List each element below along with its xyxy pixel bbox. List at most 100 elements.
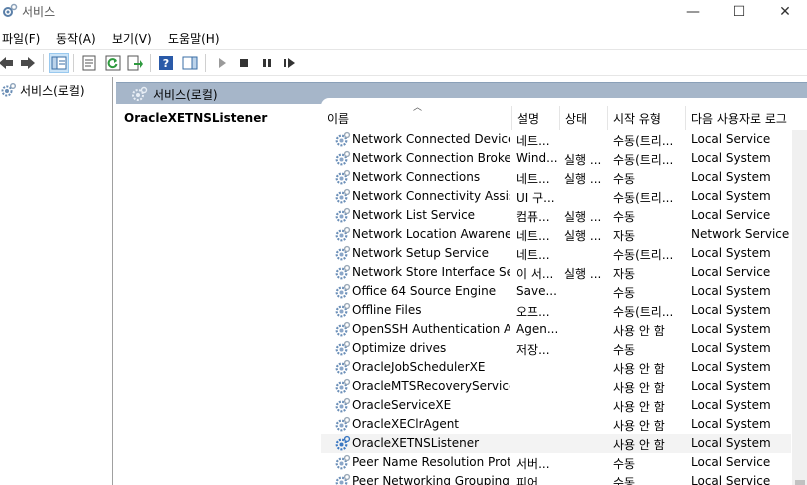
service-gear-icon	[335, 188, 351, 204]
service-log-on-as: Local System	[691, 303, 771, 317]
service-name: OracleMTSRecoveryService	[352, 379, 510, 393]
service-name: Network Connection Broker	[352, 151, 510, 165]
service-startup-type: 수동(트리...	[613, 248, 674, 262]
properties-button[interactable]	[79, 53, 99, 73]
forward-button[interactable]	[18, 53, 38, 73]
service-row[interactable]: Network Connection Broker Wind... 실행 ... 수동…	[321, 149, 791, 168]
properties-icon	[82, 55, 96, 71]
service-description: 네트...	[516, 229, 550, 243]
show-action-pane-button[interactable]	[180, 53, 200, 73]
service-row[interactable]: Peer Name Resolution Prot... 서버... 수동 Local…	[321, 453, 791, 472]
menu-action[interactable]: 동작(A)	[56, 30, 96, 47]
service-name: Network Connectivity Assis...	[352, 189, 510, 203]
service-name: OracleJobSchedulerXE	[352, 360, 486, 374]
stop-service-icon	[240, 59, 248, 67]
service-gear-icon	[335, 169, 351, 185]
column-header-status[interactable]: 상태	[559, 98, 607, 130]
service-startup-type: 수동(트리...	[613, 134, 674, 148]
menu-view[interactable]: 보기(V)	[112, 30, 152, 47]
service-row[interactable]: Network Location Awareness 네트... 실행 ... 자동 N…	[321, 225, 791, 244]
help-button[interactable]: ?	[156, 53, 176, 73]
service-log-on-as: Local System	[691, 151, 771, 165]
tree-item-services-local[interactable]: 서비스(로컬)	[0, 80, 113, 100]
scrollbar-thumb[interactable]	[795, 480, 805, 485]
show-hide-console-tree-button[interactable]	[49, 53, 69, 73]
close-button[interactable]: ✕	[762, 0, 807, 24]
stop-service-button[interactable]	[234, 53, 254, 73]
service-startup-type: 자동	[613, 229, 636, 243]
service-name: Peer Name Resolution Prot...	[352, 455, 510, 469]
column-header-log-on-as[interactable]: 다음 사용자로 로그	[685, 98, 805, 130]
title-bar: 서비스 — ☐ ✕	[0, 0, 807, 26]
start-service-icon	[219, 58, 226, 68]
service-row[interactable]: Network Store Interface Se... 이 서... 실행 ..…	[321, 263, 791, 282]
service-gear-icon	[335, 397, 351, 413]
service-startup-type: 사용 안 함	[613, 381, 665, 395]
menu-help[interactable]: 도움말(H)	[168, 30, 220, 47]
service-description: 피어...	[516, 476, 550, 485]
pause-service-button[interactable]	[257, 53, 277, 73]
services-gear-icon	[1, 83, 16, 97]
restart-service-icon	[284, 58, 295, 68]
service-row[interactable]: OpenSSH Authentication A... Agen... 사용 안 함…	[321, 320, 791, 339]
service-description: 오프...	[516, 305, 550, 319]
service-row[interactable]: Network List Service 컴퓨... 실행 ... 수동 Local S…	[321, 206, 791, 225]
service-gear-icon	[335, 378, 351, 394]
service-startup-type: 수동(트리...	[613, 153, 674, 167]
console-tree: 서비스(로컬)	[0, 77, 113, 485]
service-row[interactable]: OracleMTSRecoveryService 사용 안 함 Local Syst…	[321, 377, 791, 396]
help-icon: ?	[159, 56, 173, 70]
column-header-startup-type[interactable]: 시작 유형	[607, 98, 685, 130]
sort-ascending-icon: ︿	[413, 103, 423, 113]
service-log-on-as: Local System	[691, 398, 771, 412]
service-log-on-as: Local System	[691, 170, 771, 184]
service-log-on-as: Local System	[691, 246, 771, 260]
service-row[interactable]: Optimize drives 저장... 수동 Local System	[321, 339, 791, 358]
services-gear-icon	[132, 86, 148, 101]
service-row[interactable]: Peer Networking Grouping 피어... 수동 Local Ser…	[321, 472, 791, 485]
service-log-on-as: Network Service	[691, 227, 790, 241]
refresh-icon	[105, 55, 121, 71]
details-pane: 서비스(로컬) OracleXETNSListener 이름 ︿ 설명 상태 시…	[116, 82, 807, 485]
export-list-button[interactable]	[125, 53, 145, 73]
services-app-icon	[3, 3, 18, 17]
back-icon	[0, 57, 13, 69]
service-row[interactable]: OracleXETNSListener 사용 안 함 Local System	[321, 434, 791, 453]
service-row[interactable]: Network Setup Service 네트... 수동(트리... Local …	[321, 244, 791, 263]
service-row[interactable]: OracleServiceXE 사용 안 함 Local System	[321, 396, 791, 415]
refresh-button[interactable]	[103, 53, 123, 73]
service-gear-icon	[335, 359, 351, 375]
service-gear-icon	[335, 302, 351, 318]
minimize-button[interactable]: —	[670, 0, 716, 24]
service-description: 컴퓨...	[516, 210, 550, 224]
service-status: 실행 ...	[564, 172, 602, 186]
service-name: Network Connections	[352, 170, 481, 184]
service-name: Offline Files	[352, 303, 422, 317]
service-row[interactable]: Offline Files 오프... 수동(트리... Local System	[321, 301, 791, 320]
service-row[interactable]: OracleXEClrAgent 사용 안 함 Local System	[321, 415, 791, 434]
restart-service-button[interactable]	[280, 53, 300, 73]
service-row[interactable]: Office 64 Source Engine Save... 수동 Local Sy…	[321, 282, 791, 301]
back-button[interactable]	[0, 53, 16, 73]
service-log-on-as: Local Service	[691, 132, 771, 146]
start-service-button[interactable]	[212, 53, 232, 73]
selected-service-title: OracleXETNSListener	[124, 111, 268, 125]
service-startup-type: 사용 안 함	[613, 419, 665, 433]
service-startup-type: 수동(트리...	[613, 305, 674, 319]
column-header-name[interactable]: 이름 ︿	[321, 98, 501, 130]
service-status: 실행 ...	[564, 153, 602, 167]
export-list-icon	[127, 55, 143, 71]
toolbar: ?	[0, 49, 807, 76]
service-gear-icon	[335, 473, 351, 485]
service-gear-icon	[335, 435, 351, 451]
service-row[interactable]: Network Connectivity Assis... UI 구... 수동(트…	[321, 187, 791, 206]
menu-file[interactable]: 파일(F)	[2, 30, 40, 47]
service-row[interactable]: Network Connections 네트... 실행 ... 수동 Local Sy…	[321, 168, 791, 187]
service-row[interactable]: Network Connected Device... 네트... 수동(트리...…	[321, 130, 791, 149]
vertical-scrollbar[interactable]	[792, 130, 807, 485]
service-row[interactable]: OracleJobSchedulerXE 사용 안 함 Local System	[321, 358, 791, 377]
column-header-description[interactable]: 설명	[511, 98, 559, 130]
service-log-on-as: Local System	[691, 322, 771, 336]
service-description: Wind...	[516, 151, 558, 165]
maximize-button[interactable]: ☐	[716, 0, 762, 24]
